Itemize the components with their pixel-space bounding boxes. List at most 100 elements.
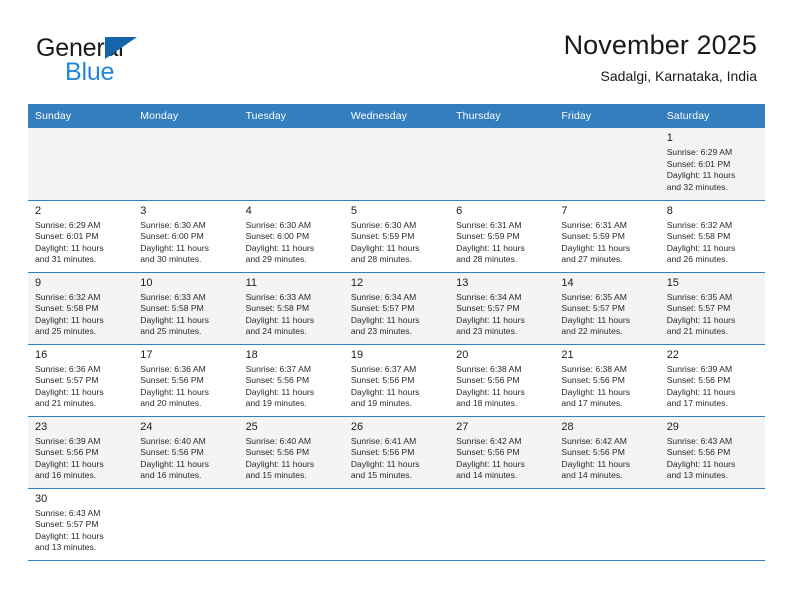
day-cell-content <box>660 489 765 560</box>
calendar-day-cell[interactable]: 21 Sunrise: 6:38 AM Sunset: 5:56 PM Dayligh… <box>554 344 660 417</box>
calendar-day-cell[interactable]: 20 Sunrise: 6:38 AM Sunset: 5:56 PM Dayligh… <box>449 344 555 417</box>
daylight-text-line2: and 24 minutes. <box>245 326 307 337</box>
daylight-text-line1: Daylight: 11 hours <box>666 314 736 325</box>
daylight-text-line2: and 30 minutes. <box>140 254 202 265</box>
calendar-day-cell[interactable]: 9 Sunrise: 6:32 AM Sunset: 5:58 PM Daylight… <box>28 272 134 345</box>
day-details: Sunrise: 6:32 AM Sunset: 5:58 PM Daylight:… <box>667 220 759 266</box>
calendar-day-cell[interactable]: 26 Sunrise: 6:41 AM Sunset: 5:56 PM Dayligh… <box>343 416 450 489</box>
sunset-text: Sunset: 5:58 PM <box>35 303 99 314</box>
day-number: 28 <box>561 420 574 433</box>
calendar-week-row: 9 Sunrise: 6:32 AM Sunset: 5:58 PM Daylight… <box>28 272 765 345</box>
day-number: 8 <box>666 204 673 217</box>
day-number: 11 <box>245 276 257 289</box>
calendar-day-cell[interactable]: 6 Sunrise: 6:31 AM Sunset: 5:59 PM Daylight… <box>449 200 555 273</box>
calendar-day-cell[interactable]: 10 Sunrise: 6:33 AM Sunset: 5:58 PM Dayligh… <box>133 272 239 345</box>
day-number: 5 <box>350 204 357 217</box>
sunrise-text: Sunrise: 6:31 AM <box>456 219 522 230</box>
daylight-text-line2: and 19 minutes. <box>245 398 307 409</box>
day-number: 6 <box>456 204 463 217</box>
day-number: 13 <box>456 276 469 289</box>
calendar-day-cell[interactable]: 13 Sunrise: 6:34 AM Sunset: 5:57 PM Dayligh… <box>449 272 555 345</box>
day-number: 26 <box>350 420 364 433</box>
calendar-day-cell[interactable]: 1 Sunrise: 6:29 AM Sunset: 6:01 PM Daylight… <box>659 128 765 201</box>
daylight-text-line1: Daylight: 11 hours <box>35 386 104 397</box>
day-cell-content <box>554 128 659 200</box>
day-details: Sunrise: 6:38 AM Sunset: 5:56 PM Daylight:… <box>561 364 653 410</box>
daylight-text-line1: Daylight: 11 hours <box>456 386 525 397</box>
day-number: 22 <box>666 348 679 361</box>
daylight-text-line2: and 14 minutes. <box>456 470 518 481</box>
sunset-text: Sunset: 5:59 PM <box>456 231 520 242</box>
day-cell-content: 11 Sunrise: 6:33 AM Sunset: 5:58 PM Dayligh… <box>239 273 344 344</box>
day-cell-content: 9 Sunrise: 6:32 AM Sunset: 5:58 PM Daylight… <box>28 273 133 344</box>
calendar-day-cell[interactable]: 28 Sunrise: 6:42 AM Sunset: 5:56 PM Dayligh… <box>554 416 660 489</box>
calendar-day-cell[interactable]: 29 Sunrise: 6:43 AM Sunset: 5:56 PM Dayligh… <box>659 416 765 489</box>
sunrise-text: Sunrise: 6:30 AM <box>140 219 206 230</box>
daylight-text-line1: Daylight: 11 hours <box>666 458 736 469</box>
sunrise-text: Sunrise: 6:39 AM <box>666 363 733 374</box>
calendar-day-cell[interactable]: 24 Sunrise: 6:40 AM Sunset: 5:56 PM Dayligh… <box>133 416 239 489</box>
day-details: Sunrise: 6:31 AM Sunset: 5:59 PM Daylight:… <box>561 220 653 266</box>
calendar-day-cell[interactable]: 18 Sunrise: 6:37 AM Sunset: 5:56 PM Dayligh… <box>238 344 344 417</box>
calendar-day-cell[interactable]: 17 Sunrise: 6:36 AM Sunset: 5:56 PM Dayligh… <box>133 344 239 417</box>
calendar-day-cell[interactable]: 22 Sunrise: 6:39 AM Sunset: 5:56 PM Dayligh… <box>659 344 765 417</box>
calendar-day-cell[interactable]: 25 Sunrise: 6:40 AM Sunset: 5:56 PM Dayligh… <box>238 416 344 489</box>
day-number: 2 <box>35 204 42 217</box>
sunset-text: Sunset: 6:00 PM <box>140 231 204 242</box>
calendar-empty-cell <box>554 488 660 561</box>
day-details: Sunrise: 6:35 AM Sunset: 5:57 PM Daylight:… <box>667 292 759 338</box>
sunset-text: Sunset: 5:59 PM <box>350 231 415 242</box>
day-details: Sunrise: 6:39 AM Sunset: 5:56 PM Daylight:… <box>35 436 127 482</box>
day-cell-content: 21 Sunrise: 6:38 AM Sunset: 5:56 PM Dayligh… <box>554 345 659 416</box>
day-cell-content <box>449 128 554 200</box>
day-details: Sunrise: 6:30 AM Sunset: 6:00 PM Daylight:… <box>140 220 232 266</box>
calendar-day-cell[interactable]: 30 Sunrise: 6:43 AM Sunset: 5:57 PM Dayligh… <box>28 488 134 561</box>
sunrise-text: Sunrise: 6:33 AM <box>140 291 206 302</box>
daylight-text-line2: and 16 minutes. <box>140 470 202 481</box>
sunset-text: Sunset: 5:56 PM <box>561 375 625 386</box>
calendar-day-cell[interactable]: 4 Sunrise: 6:30 AM Sunset: 6:00 PM Daylight… <box>238 200 344 273</box>
daylight-text-line2: and 14 minutes. <box>561 470 623 481</box>
daylight-text-line1: Daylight: 11 hours <box>456 242 525 253</box>
calendar-day-cell[interactable]: 11 Sunrise: 6:33 AM Sunset: 5:58 PM Dayligh… <box>238 272 344 345</box>
calendar-empty-cell <box>28 128 134 201</box>
calendar-day-cell[interactable]: 23 Sunrise: 6:39 AM Sunset: 5:56 PM Dayligh… <box>28 416 134 489</box>
daylight-text-line1: Daylight: 11 hours <box>245 242 315 253</box>
daylight-text-line1: Daylight: 11 hours <box>666 386 736 397</box>
day-details: Sunrise: 6:31 AM Sunset: 5:59 PM Daylight:… <box>456 220 548 266</box>
sunset-text: Sunset: 5:57 PM <box>35 375 99 386</box>
day-cell-content <box>239 128 344 200</box>
calendar-day-cell[interactable]: 19 Sunrise: 6:37 AM Sunset: 5:56 PM Dayligh… <box>343 344 450 417</box>
calendar-empty-cell <box>554 128 660 201</box>
day-number: 4 <box>245 204 252 217</box>
logo-text-blue: Blue <box>65 58 115 86</box>
calendar-day-cell[interactable]: 14 Sunrise: 6:35 AM Sunset: 5:57 PM Dayligh… <box>554 272 660 345</box>
calendar-day-cell[interactable]: 8 Sunrise: 6:32 AM Sunset: 5:58 PM Daylight… <box>659 200 765 273</box>
calendar-day-cell[interactable]: 2 Sunrise: 6:29 AM Sunset: 6:01 PM Daylight… <box>28 200 134 273</box>
general-blue-logo[interactable]: General Blue <box>36 36 236 92</box>
calendar-day-cell[interactable]: 5 Sunrise: 6:30 AM Sunset: 5:59 PM Daylight… <box>343 200 450 273</box>
daylight-text-line2: and 16 minutes. <box>35 470 97 481</box>
day-cell-content: 1 Sunrise: 6:29 AM Sunset: 6:01 PM Daylight… <box>660 128 765 200</box>
day-number: 9 <box>35 276 42 289</box>
day-details: Sunrise: 6:35 AM Sunset: 5:57 PM Daylight:… <box>561 292 653 338</box>
daylight-text-line1: Daylight: 11 hours <box>140 458 209 469</box>
day-cell-content: 13 Sunrise: 6:34 AM Sunset: 5:57 PM Dayligh… <box>449 273 554 344</box>
calendar-day-cell[interactable]: 3 Sunrise: 6:30 AM Sunset: 6:00 PM Daylight… <box>133 200 239 273</box>
sunrise-text: Sunrise: 6:30 AM <box>245 219 312 230</box>
calendar-day-cell[interactable]: 7 Sunrise: 6:31 AM Sunset: 5:59 PM Daylight… <box>554 200 660 273</box>
day-cell-content: 7 Sunrise: 6:31 AM Sunset: 5:59 PM Daylight… <box>554 201 659 272</box>
sunset-text: Sunset: 5:56 PM <box>666 375 731 386</box>
sunrise-text: Sunrise: 6:42 AM <box>561 435 627 446</box>
sunset-text: Sunset: 6:01 PM <box>666 158 731 169</box>
calendar-empty-cell <box>238 488 344 561</box>
day-details: Sunrise: 6:32 AM Sunset: 5:58 PM Daylight:… <box>35 292 127 338</box>
day-details: Sunrise: 6:30 AM Sunset: 6:00 PM Daylight:… <box>246 220 338 266</box>
calendar-day-cell[interactable]: 12 Sunrise: 6:34 AM Sunset: 5:57 PM Dayligh… <box>343 272 450 345</box>
sunset-text: Sunset: 5:57 PM <box>35 519 99 530</box>
calendar-day-cell[interactable]: 27 Sunrise: 6:42 AM Sunset: 5:56 PM Dayligh… <box>449 416 555 489</box>
calendar-day-cell[interactable]: 15 Sunrise: 6:35 AM Sunset: 5:57 PM Dayligh… <box>659 272 765 345</box>
day-cell-content: 15 Sunrise: 6:35 AM Sunset: 5:57 PM Dayligh… <box>660 273 765 344</box>
calendar-day-cell[interactable]: 16 Sunrise: 6:36 AM Sunset: 5:57 PM Dayligh… <box>28 344 134 417</box>
daylight-text-line2: and 13 minutes. <box>35 542 97 553</box>
